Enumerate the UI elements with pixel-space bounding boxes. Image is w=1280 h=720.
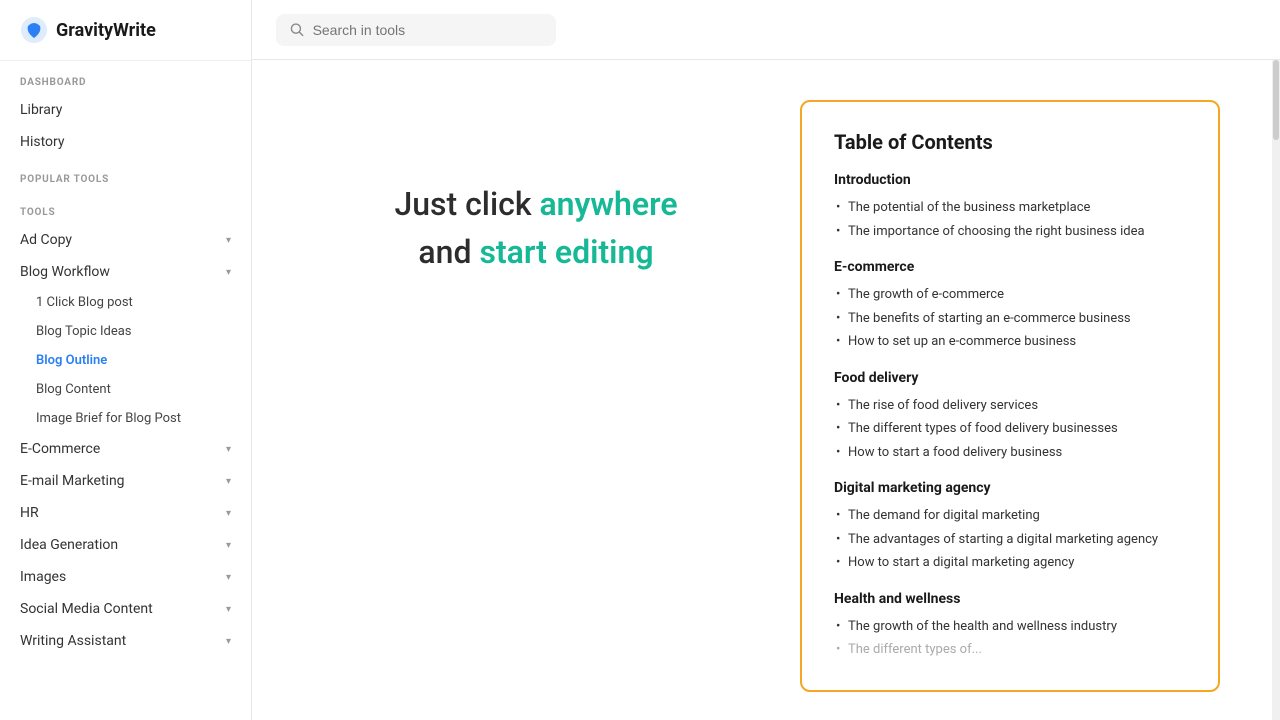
search-bar[interactable] <box>276 14 556 46</box>
sidebar-item-library[interactable]: Library <box>0 94 251 126</box>
header <box>252 0 1280 60</box>
sidebar-item-email-marketing[interactable]: E-mail Marketing ▾ <box>0 465 251 497</box>
toc-heading-digital-marketing: Digital marketing agency <box>834 480 1186 496</box>
toc-section-ecommerce: E-commerce The growth of e-commerce The … <box>834 259 1186 354</box>
toc-bullet: How to start a digital marketing agency <box>834 551 1186 575</box>
sidebar-item-history[interactable]: History <box>0 126 251 158</box>
prompt-highlight-editing: start editing <box>479 233 653 271</box>
toc-heading-health-wellness: Health and wellness <box>834 591 1186 607</box>
social-media-chevron-icon: ▾ <box>226 604 231 615</box>
writing-assistant-label: Writing Assistant <box>20 633 126 649</box>
scrollbar-thumb[interactable] <box>1273 60 1279 140</box>
search-input[interactable] <box>313 22 542 38</box>
history-label: History <box>20 134 65 150</box>
toc-bullet: The different types of... <box>834 638 1186 662</box>
hr-chevron-icon: ▾ <box>226 508 231 519</box>
prompt-prefix: Just click <box>394 185 539 223</box>
tools-label: TOOLS <box>0 191 251 224</box>
1click-label: 1 Click Blog post <box>36 295 133 310</box>
scrollbar-track <box>1272 60 1280 720</box>
library-label: Library <box>20 102 62 118</box>
toc-section-digital-marketing: Digital marketing agency The demand for … <box>834 480 1186 575</box>
blog-outline-label: Blog Outline <box>36 353 107 368</box>
email-marketing-chevron-icon: ▾ <box>226 476 231 487</box>
sidebar-item-ad-copy[interactable]: Ad Copy ▾ <box>0 224 251 256</box>
idea-gen-chevron-icon: ▾ <box>226 540 231 551</box>
prompt-highlight-anywhere: anywhere <box>539 185 677 223</box>
ecommerce-label: E-Commerce <box>20 441 100 457</box>
sidebar-sub-item-blog-content[interactable]: Blog Content <box>0 375 251 404</box>
toc-section-food-delivery: Food delivery The rise of food delivery … <box>834 370 1186 465</box>
sidebar-item-ecommerce[interactable]: E-Commerce ▾ <box>0 433 251 465</box>
blog-workflow-label: Blog Workflow <box>20 264 110 280</box>
sidebar-sub-item-image-brief[interactable]: Image Brief for Blog Post <box>0 404 251 433</box>
table-of-contents-card: Table of Contents Introduction The poten… <box>800 100 1220 692</box>
toc-bullet: The rise of food delivery services <box>834 394 1186 418</box>
toc-bullet: The different types of food delivery bus… <box>834 417 1186 441</box>
sidebar-item-social-media[interactable]: Social Media Content ▾ <box>0 593 251 625</box>
toc-heading-introduction: Introduction <box>834 172 1186 188</box>
toc-bullet: The growth of e-commerce <box>834 283 1186 307</box>
sidebar-item-hr[interactable]: HR ▾ <box>0 497 251 529</box>
toc-bullet: The advantages of starting a digital mar… <box>834 528 1186 552</box>
images-chevron-icon: ▾ <box>226 572 231 583</box>
blog-workflow-chevron-icon: ▾ <box>226 267 231 278</box>
idea-generation-label: Idea Generation <box>20 537 118 553</box>
sidebar-item-writing-assistant[interactable]: Writing Assistant ▾ <box>0 625 251 657</box>
sidebar-item-images[interactable]: Images ▾ <box>0 561 251 593</box>
sidebar-sub-item-1click[interactable]: 1 Click Blog post <box>0 288 251 317</box>
sidebar-item-blog-workflow[interactable]: Blog Workflow ▾ <box>0 256 251 288</box>
writing-assistant-chevron-icon: ▾ <box>226 636 231 647</box>
toc-bullet: How to set up an e-commerce business <box>834 330 1186 354</box>
image-brief-label: Image Brief for Blog Post <box>36 411 181 426</box>
ecommerce-chevron-icon: ▾ <box>226 444 231 455</box>
toc-bullet: The importance of choosing the right bus… <box>834 220 1186 244</box>
toc-heading-food-delivery: Food delivery <box>834 370 1186 386</box>
toc-bullet: The demand for digital marketing <box>834 504 1186 528</box>
images-label: Images <box>20 569 66 585</box>
center-prompt-area: Just click anywhere and start editing <box>312 100 760 276</box>
sidebar-sub-item-blog-outline[interactable]: Blog Outline <box>0 346 251 375</box>
sidebar-sub-item-blog-topic[interactable]: Blog Topic Ideas <box>0 317 251 346</box>
sidebar: GravityWrite DASHBOARD Library History P… <box>0 0 252 720</box>
logo: GravityWrite <box>0 0 251 61</box>
blog-content-label: Blog Content <box>36 382 111 397</box>
ad-copy-label: Ad Copy <box>20 232 72 248</box>
ad-copy-chevron-icon: ▾ <box>226 235 231 246</box>
prompt-and: and <box>418 233 479 271</box>
toc-section-introduction: Introduction The potential of the busine… <box>834 172 1186 243</box>
social-media-label: Social Media Content <box>20 601 153 617</box>
center-prompt-text: Just click anywhere and start editing <box>394 180 677 276</box>
toc-bullet: How to start a food delivery business <box>834 441 1186 465</box>
main-content: Just click anywhere and start editing Ta… <box>252 60 1280 720</box>
gravitywrite-logo-icon <box>20 16 48 44</box>
popular-tools-label: POPULAR TOOLS <box>0 158 251 191</box>
search-icon <box>290 22 305 38</box>
toc-bullet: The growth of the health and wellness in… <box>834 615 1186 639</box>
email-marketing-label: E-mail Marketing <box>20 473 125 489</box>
toc-bullet: The benefits of starting an e-commerce b… <box>834 307 1186 331</box>
blog-topic-label: Blog Topic Ideas <box>36 324 132 339</box>
toc-title: Table of Contents <box>834 130 1186 154</box>
hr-label: HR <box>20 505 39 521</box>
logo-text: GravityWrite <box>56 20 156 41</box>
sidebar-item-idea-generation[interactable]: Idea Generation ▾ <box>0 529 251 561</box>
toc-bullet: The potential of the business marketplac… <box>834 196 1186 220</box>
toc-heading-ecommerce: E-commerce <box>834 259 1186 275</box>
dashboard-section-label: DASHBOARD <box>0 61 251 94</box>
toc-section-health-wellness: Health and wellness The growth of the he… <box>834 591 1186 662</box>
